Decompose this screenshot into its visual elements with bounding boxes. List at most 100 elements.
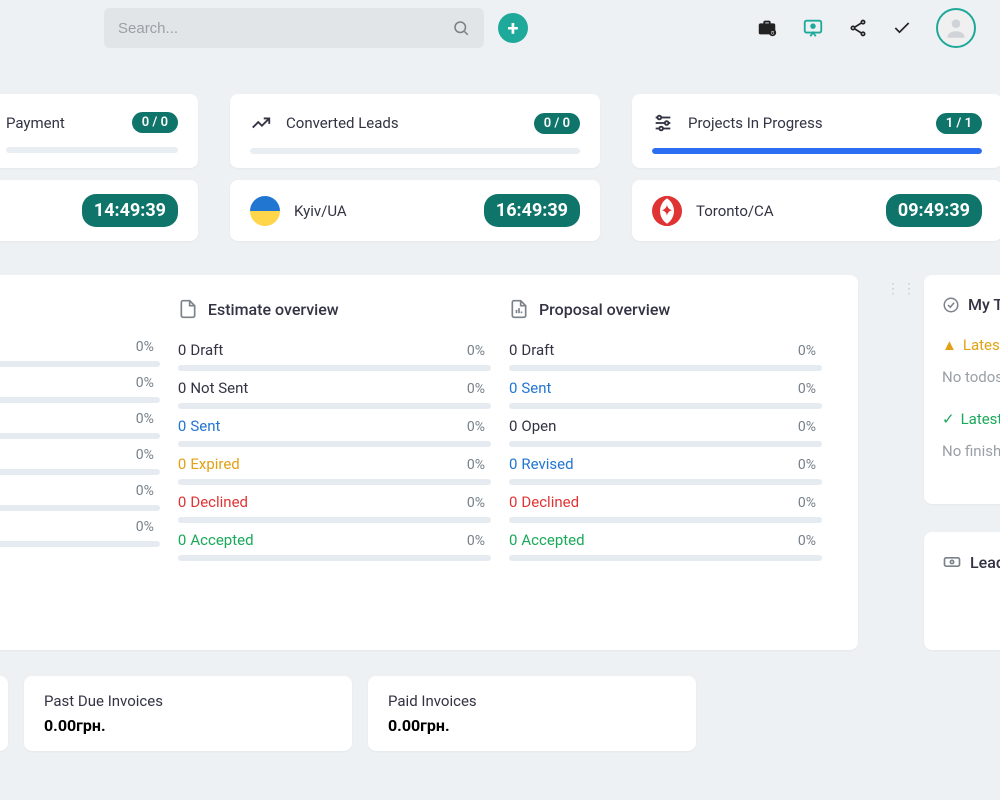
stat-pct: 0%: [798, 457, 816, 473]
stat-bar: [178, 517, 491, 523]
stat-pct: 0%: [467, 495, 485, 511]
invoice-card-partial[interactable]: s: [0, 676, 8, 751]
stat-label: Draft: [521, 341, 554, 359]
stat-pct: 0%: [467, 457, 485, 473]
sliders-icon: [652, 112, 674, 134]
progress-track: [652, 148, 982, 154]
briefcase-icon[interactable]: ⏱: [756, 17, 778, 39]
support-icon[interactable]: [802, 17, 824, 39]
finished-empty-text: No finished todos found: [942, 442, 1000, 460]
clock-time: 14:49:39: [82, 194, 178, 227]
progress-track: [6, 147, 178, 153]
stat-pct: 0%: [467, 419, 485, 435]
stat-row: 0%: [0, 519, 160, 547]
stat-pct: 0%: [136, 519, 154, 535]
stat-bar: [509, 365, 822, 371]
todos-empty-text: No todos found: [942, 368, 1000, 386]
summary-badge: 0 / 0: [534, 113, 580, 134]
stat-bar: [509, 555, 822, 561]
stat-label: Sent: [521, 379, 551, 397]
stat-pct: 0%: [136, 447, 154, 463]
stat-count: 0: [509, 493, 517, 511]
stat-bar: [509, 403, 822, 409]
stat-pct: 0%: [136, 411, 154, 427]
summary-badge: 1 / 1: [936, 113, 982, 134]
header-actions: ⏱: [756, 8, 976, 48]
stat-pct: 0%: [136, 483, 154, 499]
search-icon[interactable]: [452, 19, 470, 37]
invoice-card-paid[interactable]: Paid Invoices 0.00грн.: [368, 676, 696, 751]
stat-bar: [509, 441, 822, 447]
stat-row: 0 Draft 0%: [509, 341, 822, 371]
avatar[interactable]: [936, 8, 976, 48]
stat-count: 0: [178, 341, 186, 359]
leads-overview-panel: Leads Overview Клиент: [924, 532, 1000, 650]
stat-bar: [0, 469, 160, 475]
stat-label: Not Sent: [190, 379, 248, 397]
stat-bar: [0, 433, 160, 439]
stat-row: 0%: [0, 375, 160, 403]
stat-count: 0: [178, 455, 186, 473]
todo-title-text: My To Do Items: [968, 295, 1000, 314]
latest-finished-heading: ✓ Latest finished to do's: [942, 410, 1000, 428]
stat-count: 0: [178, 379, 186, 397]
stat-row: 0 Declined 0%: [178, 493, 491, 523]
summary-card-payment[interactable]: Payment 0 / 0: [0, 94, 198, 168]
todo-title: My To Do Items: [942, 295, 1000, 314]
add-button[interactable]: +: [498, 13, 528, 43]
stat-pct: 0%: [798, 343, 816, 359]
check-circle-icon: [942, 296, 960, 314]
stat-row: 0 Accepted 0%: [178, 531, 491, 561]
stat-pct: 0%: [798, 533, 816, 549]
stat-count: 0: [178, 531, 186, 549]
stat-label: Declined: [190, 493, 248, 511]
stat-label: Revised: [521, 455, 573, 473]
timezone-label: Toronto/CA: [696, 202, 774, 220]
stat-pct: 0%: [467, 343, 485, 359]
stat-bar: [0, 361, 160, 367]
leads-legend: Клиент: [942, 594, 1000, 630]
search-input[interactable]: [118, 20, 452, 37]
timezone-label: Kyiv/UA: [294, 202, 347, 220]
stat-bar: [178, 403, 491, 409]
stat-count: 0: [509, 341, 517, 359]
svg-text:⏱: ⏱: [771, 30, 775, 36]
stat-bar: [0, 505, 160, 511]
stat-row: 0 Declined 0%: [509, 493, 822, 523]
clock-card: 14:49:39: [0, 180, 198, 241]
summary-card-projects-in-progress[interactable]: Projects In Progress 1 / 1: [632, 94, 1000, 168]
search-box[interactable]: [104, 8, 484, 48]
proposal-title-text: Proposal overview: [539, 300, 670, 319]
summary-card-converted-leads[interactable]: Converted Leads 0 / 0: [230, 94, 600, 168]
stat-pct: 0%: [798, 495, 816, 511]
clock-time: 09:49:39: [886, 194, 982, 227]
stat-pct: 0%: [467, 381, 485, 397]
stat-row: 0%: [0, 339, 160, 367]
invoice-amount: 0.00грн.: [44, 716, 332, 735]
app-header: + ⏱: [0, 0, 1000, 56]
stat-row: 0%: [0, 447, 160, 475]
stat-pct: 0%: [798, 381, 816, 397]
stat-label: Accepted: [190, 531, 253, 549]
stat-label: Accepted: [521, 531, 584, 549]
summary-badge: 0 / 0: [132, 112, 178, 133]
check-icon[interactable]: [892, 18, 912, 38]
invoice-card-past-due[interactable]: Past Due Invoices 0.00грн.: [24, 676, 352, 751]
summary-title: Projects In Progress: [688, 114, 922, 132]
drag-handle-icon[interactable]: ⋮⋮: [886, 281, 896, 650]
estimate-title-text: Estimate overview: [208, 300, 339, 319]
summary-title: Payment: [6, 114, 118, 132]
stat-bar: [0, 541, 160, 547]
stat-bar: [509, 479, 822, 485]
stat-count: 0: [178, 417, 186, 435]
stat-row: 0 Sent 0%: [178, 417, 491, 447]
stat-row: 0%: [0, 483, 160, 511]
stat-row: 0 Revised 0%: [509, 455, 822, 485]
document-chart-icon: [509, 299, 529, 319]
stat-bar: [509, 517, 822, 523]
stat-pct: 0%: [467, 533, 485, 549]
share-icon[interactable]: [848, 18, 868, 38]
stat-bar: [0, 397, 160, 403]
overview-panel: 0% 0% 0% 0% 0% 0%: [0, 275, 858, 650]
stat-pct: 0%: [798, 419, 816, 435]
